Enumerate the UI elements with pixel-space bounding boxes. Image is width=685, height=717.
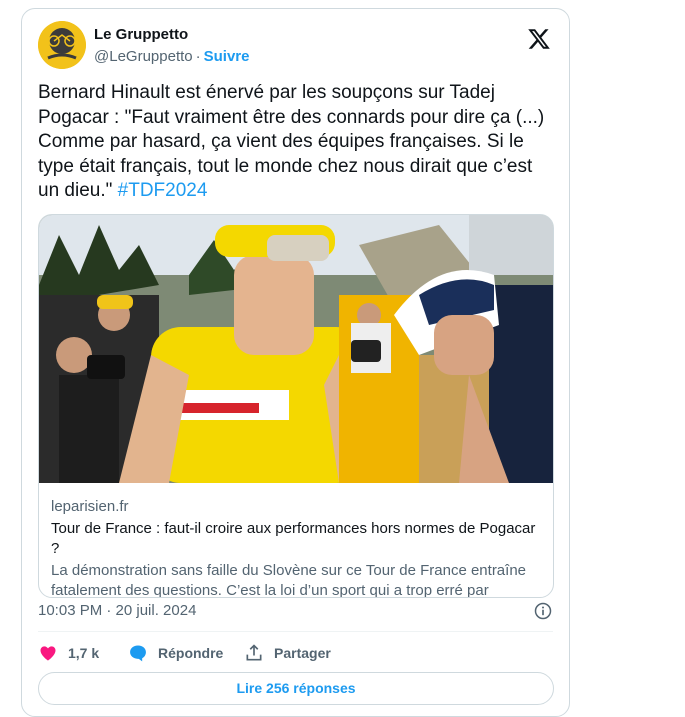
author-display-name[interactable]: Le Gruppetto	[94, 25, 249, 45]
x-logo-icon[interactable]	[527, 27, 551, 51]
link-preview-image[interactable]	[39, 215, 553, 483]
handle-separator: ·	[195, 48, 201, 65]
reply-button[interactable]: Répondre	[128, 641, 223, 665]
read-replies-button[interactable]: Lire 256 réponses	[38, 672, 554, 705]
hashtag-link[interactable]: #TDF2024	[118, 180, 208, 201]
author-handle-line: @LeGruppetto · Suivre	[94, 47, 249, 67]
author-info: Le Gruppetto @LeGruppetto · Suivre	[94, 25, 249, 67]
reply-bubble-icon	[130, 645, 146, 662]
follow-button[interactable]: Suivre	[204, 48, 250, 65]
link-title: Tour de France : faut-il croire aux perf…	[51, 520, 536, 557]
link-preview-card[interactable]: leparisien.fr Tour de France : faut-il c…	[38, 214, 554, 598]
reply-label: Répondre	[158, 645, 224, 661]
tweet-text: Bernard Hinault est énervé par les soupç…	[38, 81, 558, 204]
author-handle[interactable]: @LeGruppetto	[94, 48, 193, 65]
action-bar: 1,7 k Répondre Partager	[38, 641, 553, 665]
tweet-timestamp[interactable]: 10:03 PM · 20 juil. 2024	[38, 602, 196, 619]
share-label: Partager	[274, 645, 331, 661]
timestamp-row: 10:03 PM · 20 juil. 2024	[38, 601, 553, 621]
info-icon[interactable]	[533, 601, 553, 621]
divider	[38, 631, 553, 632]
like-button[interactable]: 1,7 k	[38, 641, 99, 665]
share-icon	[246, 644, 262, 661]
heart-icon	[40, 646, 56, 661]
link-preview-body: leparisien.fr Tour de France : faut-il c…	[51, 497, 541, 598]
like-count: 1,7 k	[68, 645, 100, 661]
share-button[interactable]: Partager	[244, 641, 331, 665]
link-description: La démonstration sans faille du Slovène …	[51, 562, 527, 598]
avatar[interactable]	[38, 21, 86, 69]
link-domain: leparisien.fr	[51, 498, 129, 515]
tweet-body: Bernard Hinault est énervé par les soupç…	[38, 82, 545, 201]
tweet-card: Le Gruppetto @LeGruppetto · Suivre Bernard…	[21, 8, 570, 717]
tweet-header: Le Gruppetto @LeGruppetto · Suivre	[38, 21, 553, 71]
